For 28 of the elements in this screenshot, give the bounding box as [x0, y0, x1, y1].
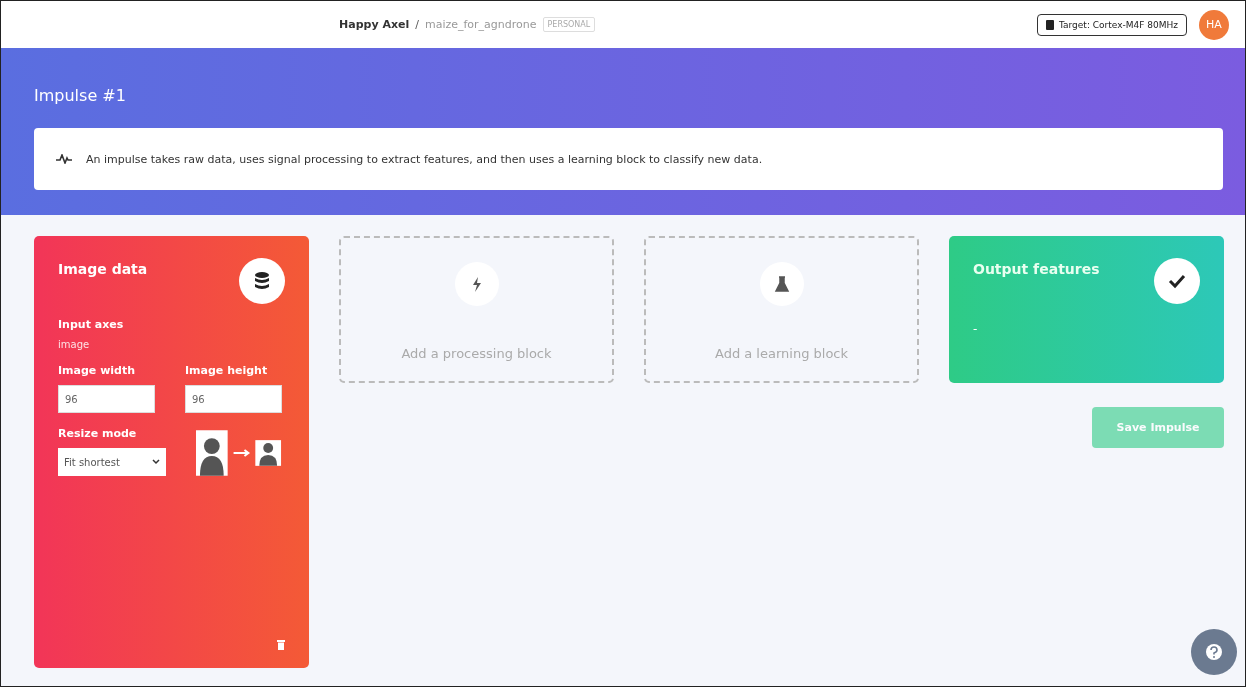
resize-select[interactable]: Fit shortest — [58, 448, 166, 476]
database-icon — [239, 258, 285, 304]
info-text: An impulse takes raw data, uses signal processing to extract features, and then uses a learning block to classify new data. — [86, 152, 763, 166]
add-block-label: Add a learning block — [714, 346, 849, 361]
field-label: Image width — [58, 364, 137, 377]
field-label: Resize mode — [58, 427, 138, 440]
help-icon[interactable] — [1191, 629, 1237, 675]
pulse-icon — [56, 154, 72, 164]
page-title: Impulse #1 — [34, 86, 127, 105]
user-name[interactable]: Happy Axel — [339, 18, 410, 31]
axes-value: image — [58, 339, 91, 350]
target-button[interactable]: Target: Cortex-M4F 80MHz — [1037, 13, 1187, 36]
chip-icon — [1046, 19, 1055, 30]
checkmark-icon — [1154, 258, 1200, 304]
output-value: - — [973, 322, 979, 336]
field-label: Input axes — [58, 318, 125, 331]
breadcrumb-separator: / — [415, 18, 419, 31]
lightning-icon — [454, 262, 499, 306]
width-input[interactable]: 96 — [58, 385, 155, 413]
add-block-label: Add a processing block — [401, 346, 552, 361]
block-title: Output features — [973, 260, 1100, 277]
plan-badge: PERSONAL — [542, 17, 596, 32]
chevron-down-icon — [152, 459, 160, 465]
flask-icon — [759, 262, 804, 306]
height-input[interactable]: 96 — [185, 385, 282, 413]
field-label: Image height — [185, 364, 269, 377]
block-title: Image data — [58, 260, 148, 277]
delete-icon[interactable] — [277, 640, 285, 650]
